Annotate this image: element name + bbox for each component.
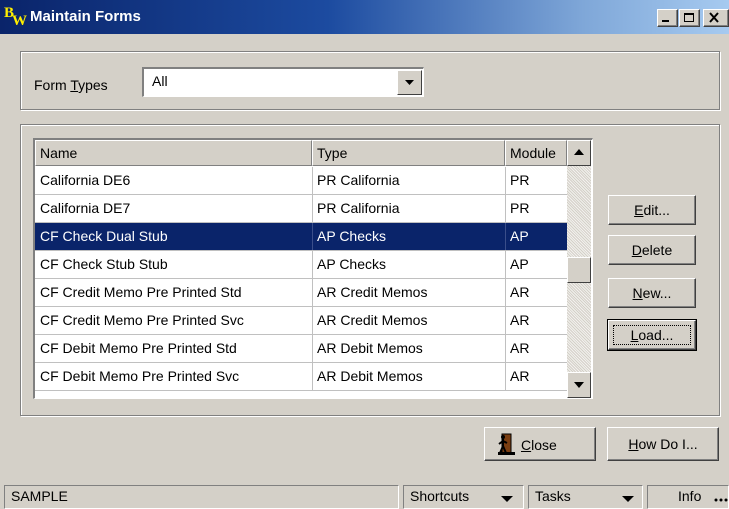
maximize-button[interactable] [679, 9, 700, 27]
column-header-name[interactable]: Name [35, 140, 312, 166]
load-button[interactable]: Load... [607, 319, 697, 351]
status-company: SAMPLE [4, 485, 399, 509]
shortcuts-menu[interactable]: Shortcuts [403, 485, 524, 509]
title-bar[interactable]: BW Maintain Forms [0, 0, 729, 34]
form-module: AR [510, 284, 530, 300]
arrow-down-icon [574, 382, 584, 388]
tasks-label: Tasks [535, 488, 571, 504]
window-title: Maintain Forms [30, 8, 141, 25]
maximize-icon [684, 13, 694, 22]
minimize-button[interactable] [657, 9, 678, 27]
list-item[interactable]: CF Debit Memo Pre Printed Svc AR Debit M… [35, 363, 567, 390]
form-module: AP [510, 228, 529, 244]
chevron-down-icon [501, 496, 513, 502]
form-name: CF Check Dual Stub [40, 228, 168, 244]
chevron-down-icon [405, 80, 414, 85]
form-name: California DE7 [40, 200, 131, 216]
close-icon [709, 12, 719, 23]
list-item[interactable]: CF Debit Memo Pre Printed Std AR Debit M… [35, 335, 567, 362]
app-logo-icon: BW [4, 5, 27, 29]
form-type: AP Checks [317, 256, 386, 272]
form-type: AR Credit Memos [317, 284, 428, 300]
list-item-selected[interactable]: CF Check Dual Stub AP Checks AP [35, 223, 567, 250]
list-item[interactable]: California DE7 PR California PR [35, 195, 567, 222]
info-menu[interactable]: Info [647, 485, 729, 509]
info-label: Info [678, 488, 702, 504]
form-type: AR Debit Memos [317, 368, 423, 384]
how-do-i-button[interactable]: How Do I... [607, 427, 719, 461]
close-button[interactable]: Close [484, 427, 596, 461]
scroll-up-button[interactable] [567, 140, 591, 166]
list-item[interactable]: California DE6 PR California PR [35, 167, 567, 194]
form-type: AR Debit Memos [317, 340, 423, 356]
chevron-down-icon [622, 496, 634, 502]
scroll-thumb[interactable] [567, 257, 591, 283]
forms-list[interactable]: Name Type Module California DE6 PR Calif… [33, 138, 593, 399]
shortcuts-label: Shortcuts [410, 488, 470, 504]
list-item[interactable]: CF Credit Memo Pre Printed Svc AR Credit… [35, 307, 567, 334]
form-types-label: Form Types [34, 77, 108, 93]
form-name: CF Check Stub Stub [40, 256, 168, 272]
form-module: PR [510, 172, 530, 188]
scroll-down-button[interactable] [567, 372, 591, 398]
tasks-menu[interactable]: Tasks [528, 485, 643, 509]
form-module: AR [510, 368, 530, 384]
column-header-module[interactable]: Module [505, 140, 567, 166]
form-type: AP Checks [317, 228, 386, 244]
form-types-select[interactable]: All [142, 67, 424, 97]
form-module: PR [510, 200, 530, 216]
form-types-dropdown-button[interactable] [397, 70, 422, 95]
more-icon [714, 498, 728, 502]
new-button[interactable]: New... [608, 278, 696, 308]
form-name: California DE6 [40, 172, 131, 188]
form-module: AP [510, 256, 529, 272]
minimize-icon [662, 20, 669, 22]
form-name: CF Debit Memo Pre Printed Svc [40, 368, 240, 384]
door-exit-icon [498, 433, 515, 455]
grid-line [35, 390, 567, 391]
form-module: AR [510, 340, 530, 356]
arrow-up-icon [574, 149, 584, 155]
form-name: CF Credit Memo Pre Printed Svc [40, 312, 244, 328]
form-name: CF Debit Memo Pre Printed Std [40, 340, 237, 356]
status-bar: SAMPLE Shortcuts Tasks Info [0, 483, 729, 509]
form-type: PR California [317, 172, 400, 188]
form-type: PR California [317, 200, 400, 216]
focus-rect [613, 325, 691, 345]
list-item[interactable]: CF Credit Memo Pre Printed Std AR Credit… [35, 279, 567, 306]
form-types-value: All [152, 73, 168, 89]
delete-button[interactable]: Delete [608, 235, 696, 265]
form-name: CF Credit Memo Pre Printed Std [40, 284, 242, 300]
close-window-button[interactable] [703, 9, 729, 27]
form-module: AR [510, 312, 530, 328]
edit-button[interactable]: Edit... [608, 195, 696, 225]
column-header-type[interactable]: Type [312, 140, 505, 166]
list-item[interactable]: CF Check Stub Stub AP Checks AP [35, 251, 567, 278]
form-type: AR Credit Memos [317, 312, 428, 328]
list-scrollbar[interactable] [567, 140, 591, 398]
